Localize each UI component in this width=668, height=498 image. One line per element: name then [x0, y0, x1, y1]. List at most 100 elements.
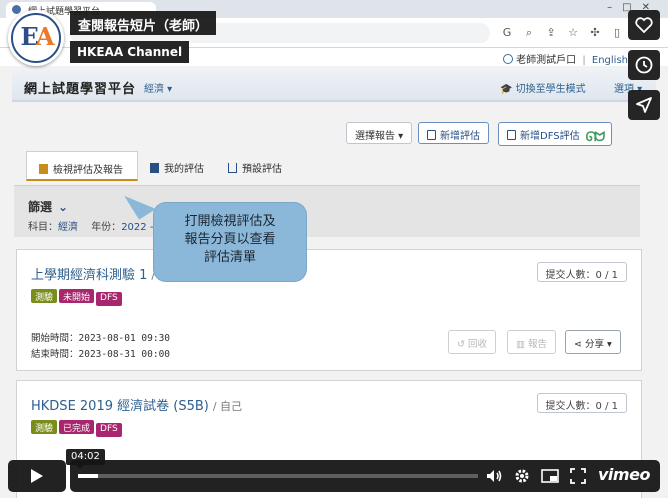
- callout-line: 報告分頁以查看: [184, 232, 276, 247]
- tab-label: 預設評估: [242, 164, 282, 175]
- star-icon[interactable]: ☆: [562, 26, 584, 39]
- end-time-value: 2023-08-31 00:00: [78, 349, 171, 360]
- recall-button[interactable]: ↺ 回收: [448, 330, 496, 354]
- pip-button[interactable]: [540, 466, 562, 486]
- document-plus-icon: [427, 130, 436, 140]
- chevron-down-icon: ⌄: [58, 200, 69, 214]
- vimeo-logo[interactable]: vimeo: [598, 465, 650, 484]
- start-time-label: 開始時間：: [31, 333, 79, 344]
- assessment-title-text: 上學期經濟科測驗 1: [31, 268, 148, 283]
- puzzle-icon[interactable]: ✣: [584, 26, 606, 39]
- picture-in-picture-icon: [541, 469, 559, 483]
- share-video-button[interactable]: [628, 90, 660, 120]
- tag-dfs: DFS: [96, 292, 122, 306]
- filter-panel: 篩選 ⌄ 科目：經濟 年份：2022 - 20: [14, 185, 640, 237]
- tag-dfs: DFS: [96, 423, 122, 437]
- heart-icon: [635, 17, 653, 34]
- separator: |: [582, 55, 586, 66]
- progress-bar[interactable]: [78, 474, 478, 478]
- dfs-logo-icon: ᘏᗢ: [585, 130, 606, 145]
- callout-line: 打開檢視評估及: [184, 214, 276, 229]
- user-icon: [503, 54, 514, 64]
- play-button[interactable]: [8, 460, 66, 492]
- bar-chart-icon: ▥: [516, 339, 528, 350]
- annotation-callout: 打開檢視評估及 報告分頁以查看 評估清單: [154, 203, 306, 281]
- share-label: 分享 ▾: [584, 339, 612, 350]
- sidepanel-icon[interactable]: ▯: [606, 26, 628, 39]
- navbar: 網上試題學習平台 經濟 ▾ 🎓 切換至學生模式 選項 ▾: [12, 70, 656, 102]
- subject-dropdown[interactable]: 經濟 ▾: [144, 80, 172, 95]
- channel-name[interactable]: HKEAA Channel: [70, 41, 190, 63]
- filter-subject-value: 經濟: [58, 222, 78, 233]
- add-assessment-label: 新增評估: [440, 131, 480, 142]
- end-time-label: 結束時間：: [31, 349, 79, 360]
- tab-default-assessments[interactable]: 預設評估: [216, 151, 298, 181]
- submission-count-badge: 提交人數：0 / 1: [536, 393, 627, 413]
- clock-icon: [635, 56, 653, 74]
- share-icon: ⋖: [574, 339, 585, 350]
- tag-type: 測驗: [31, 289, 58, 303]
- share-icon[interactable]: ⇪: [540, 26, 562, 39]
- report-label: 報告: [528, 339, 548, 350]
- recall-label: 回收: [467, 339, 487, 350]
- add-assessment-button[interactable]: 新增評估: [418, 122, 489, 144]
- tag-type: 測驗: [31, 420, 58, 434]
- progress-fill: [78, 474, 98, 478]
- assessment-title-text: HKDSE 2019 經濟試卷 (S5B): [31, 399, 209, 414]
- channel-avatar[interactable]: EA: [8, 10, 64, 66]
- tab-my-assessments[interactable]: 我的評估: [138, 151, 216, 181]
- hkeaa-logo-icon: EA: [20, 22, 55, 51]
- filter-subject-key: 科目：: [28, 222, 58, 233]
- assessment-owner: / 自己: [212, 400, 243, 413]
- favicon-icon: [12, 5, 21, 14]
- volume-button[interactable]: [484, 466, 506, 486]
- select-report-button[interactable]: 選擇報告 ▾: [346, 122, 413, 144]
- filter-summary: 科目：經濟 年份：2022 - 20: [28, 218, 169, 233]
- watch-later-button[interactable]: [628, 50, 660, 80]
- download-icon: [228, 163, 237, 173]
- control-bar: vimeo: [70, 460, 660, 492]
- document-plus-icon: [507, 130, 516, 140]
- undo-icon: ↺: [457, 339, 468, 350]
- user-name-link[interactable]: 老師測試戶口: [516, 55, 576, 66]
- start-time-value: 2023-08-01 09:30: [78, 333, 171, 344]
- submission-count-badge: 提交人數：0 / 1: [536, 262, 627, 282]
- assessment-dates: 開始時間：2023-08-01 09:30 結束時間：2023-08-31 00…: [31, 331, 170, 363]
- send-icon: [636, 97, 652, 113]
- site-brand[interactable]: 網上試題學習平台: [24, 78, 136, 97]
- fullscreen-icon: [570, 468, 586, 484]
- tab-view-reports[interactable]: 檢視評估及報告: [26, 151, 138, 181]
- player-controls: vimeo: [8, 460, 660, 492]
- assessment-title[interactable]: HKDSE 2019 經濟試卷 (S5B) / 自己: [31, 395, 242, 414]
- switch-student-mode-link[interactable]: 🎓 切換至學生模式: [500, 80, 586, 95]
- tab-label: 檢視評估及報告: [53, 165, 123, 176]
- list-icon: [150, 163, 159, 173]
- like-button[interactable]: [628, 10, 660, 40]
- gear-icon: [515, 469, 529, 483]
- callout-line: 評估清單: [203, 250, 256, 265]
- search-icon[interactable]: ⌕: [518, 26, 540, 40]
- assessment-card: 上學期經濟科測驗 1/ 自己 提交人數：0 / 1 測驗未開始DFS 開始時間：…: [16, 249, 642, 371]
- report-button[interactable]: ▥ 報告: [507, 330, 557, 354]
- volume-icon: [487, 470, 502, 482]
- filter-year-key: 年份：: [91, 222, 122, 233]
- fullscreen-button[interactable]: [568, 466, 590, 486]
- tag-list: 測驗 未開始 DFS: [31, 285, 124, 306]
- google-icon[interactable]: G: [496, 26, 518, 39]
- video-player[interactable]: 網上試題學習平台 –□✕ G ⌕ ⇪ ☆ ✣ ▯ 老師測試戶口 | English 網上試…: [0, 0, 668, 498]
- play-icon: [31, 469, 43, 483]
- filter-toggle[interactable]: 篩選 ⌄: [28, 198, 68, 215]
- document-icon: [39, 164, 48, 174]
- add-dfs-label: 新增DFS評估: [520, 131, 580, 142]
- tab-label: 我的評估: [164, 164, 204, 175]
- tag-status: 未開始: [59, 289, 95, 303]
- share-button[interactable]: ⋖ 分享 ▾: [565, 330, 621, 354]
- tag-status: 已完成: [59, 420, 95, 434]
- video-title[interactable]: 查閱報告短片（老師）: [70, 11, 217, 35]
- add-dfs-button[interactable]: 新增DFS評估 ᘏᗢ: [498, 122, 613, 146]
- switch-mode-label: 切換至學生模式: [515, 84, 586, 95]
- language-link[interactable]: English: [592, 55, 628, 66]
- graduation-cap-icon: 🎓: [500, 84, 516, 95]
- settings-button[interactable]: [512, 466, 534, 486]
- page: 老師測試戶口 | English 網上試題學習平台 經濟 ▾ 🎓 切換至學生模式…: [0, 48, 668, 498]
